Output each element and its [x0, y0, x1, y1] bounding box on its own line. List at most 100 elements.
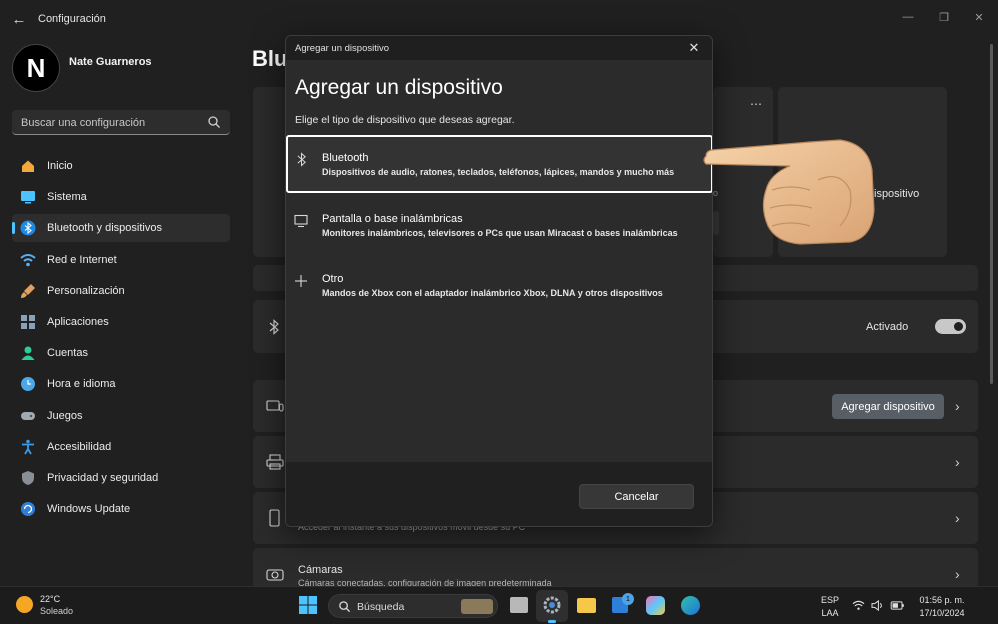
add-device-dialog: Agregar un dispositivo ✕ Agregar un disp… — [285, 35, 713, 527]
chevron-right-icon: › — [955, 510, 960, 526]
search-placeholder: Buscar una configuración — [21, 117, 146, 129]
sidebar-item-label: Windows Update — [47, 503, 131, 516]
avatar[interactable]: N — [12, 44, 60, 92]
search-highlight-icon — [461, 599, 493, 614]
app-title: Configuración — [38, 13, 106, 25]
search-icon — [208, 116, 220, 128]
sidebar-item-accessibility[interactable]: Accesibilidad — [12, 433, 230, 461]
sidebar-item-globe-clock[interactable]: Hora e idioma — [12, 370, 230, 398]
brush-icon — [21, 283, 35, 298]
title-bar: ← Configuración — ❐ ✕ — [0, 0, 998, 38]
monitor-icon — [21, 191, 35, 204]
cancel-button[interactable]: Cancelar — [579, 484, 694, 509]
option-desc: Mandos de Xbox con el adaptador inalámbr… — [322, 288, 663, 298]
task-view-icon[interactable] — [510, 597, 528, 613]
bluetooth-icon — [20, 220, 36, 236]
sidebar-item-person[interactable]: Cuentas — [12, 339, 230, 367]
chevron-right-icon: › — [955, 566, 960, 582]
sidebar-item-brush[interactable]: Personalización — [12, 277, 230, 305]
wifi-icon — [20, 253, 36, 266]
sidebar-item-label: Aplicaciones — [47, 315, 109, 328]
back-arrow-icon[interactable]: ← — [8, 8, 30, 30]
accessibility-icon — [22, 439, 34, 455]
option-desc: Monitores inalámbricos, televisores o PC… — [322, 228, 678, 238]
page-title: Blu — [252, 46, 288, 71]
more-options-icon[interactable]: ⋯ — [750, 97, 762, 111]
sidebar-item-label: Juegos — [47, 409, 83, 422]
windows-start-icon[interactable] — [298, 595, 318, 615]
globe-clock-icon — [21, 377, 35, 392]
bluetooth-icon — [269, 319, 279, 335]
file-explorer-icon[interactable] — [577, 598, 596, 613]
sidebar-item-apps[interactable]: Aplicaciones — [12, 308, 230, 336]
clock-date[interactable]: 17/10/2024 — [912, 608, 972, 618]
minimize-icon[interactable]: — — [893, 6, 923, 28]
language-bottom[interactable]: LAA — [818, 608, 842, 618]
sidebar-item-label: Bluetooth y dispositivos — [47, 222, 162, 235]
bluetooth-toggle[interactable] — [935, 319, 966, 334]
clock-time[interactable]: 01:56 p. m. — [912, 595, 972, 605]
sidebar-item-home[interactable]: Inicio — [12, 152, 230, 180]
option-desc: Dispositivos de audio, ratones, teclados… — [322, 167, 675, 177]
option-bluetooth[interactable]: Bluetooth Dispositivos de audio, ratones… — [286, 135, 712, 193]
option-title: Otro — [322, 273, 344, 285]
chevron-right-icon: › — [955, 398, 960, 414]
shield-icon — [22, 470, 34, 485]
close-icon[interactable]: ✕ — [964, 6, 994, 28]
battery-icon[interactable] — [890, 601, 905, 610]
home-icon — [22, 160, 34, 172]
edge-icon[interactable] — [681, 596, 700, 615]
language-top[interactable]: ESP — [818, 595, 842, 605]
sidebar-item-bluetooth[interactable]: Bluetooth y dispositivos — [12, 214, 230, 243]
sidebar-item-update[interactable]: Windows Update — [12, 495, 230, 523]
weather-temp[interactable]: 22°C — [40, 594, 60, 604]
active-indicator — [548, 620, 556, 623]
avatar-letter: N — [26, 52, 46, 83]
taskbar-search[interactable]: Búsqueda — [328, 594, 498, 618]
option-wireless-display[interactable]: Pantalla o base inalámbricas Monitores i… — [286, 197, 712, 255]
bluetooth-status: Activado — [866, 321, 909, 333]
sidebar-item-label: Red e Internet — [47, 253, 117, 266]
option-title: Pantalla o base inalámbricas — [322, 213, 463, 225]
sidebar-item-shield[interactable]: Privacidad y seguridad — [12, 464, 230, 492]
sidebar-item-monitor[interactable]: Sistema — [12, 183, 230, 211]
sidebar-item-label: Inicio — [47, 160, 73, 172]
sidebar-item-label: Privacidad y seguridad — [47, 471, 159, 484]
dialog-heading: Agregar un dispositivo — [295, 76, 503, 99]
person-icon — [21, 346, 35, 361]
scrollbar[interactable] — [990, 44, 993, 384]
dialog-title-bar: Agregar un dispositivo ✕ — [286, 36, 712, 60]
profile-name: Nate Guarneros — [69, 56, 152, 68]
cameras-title: Cámaras — [298, 564, 343, 576]
gear-icon — [543, 596, 561, 614]
close-icon[interactable]: ✕ — [686, 40, 702, 56]
apps-icon — [21, 314, 35, 329]
weather-condition[interactable]: Soleado — [40, 606, 73, 616]
plus-icon — [295, 275, 307, 287]
sun-icon[interactable] — [16, 596, 33, 613]
sidebar-item-label: Hora e idioma — [47, 378, 116, 391]
update-icon — [21, 502, 35, 517]
maximize-icon[interactable]: ❐ — [929, 6, 959, 28]
chevron-right-icon: › — [955, 454, 960, 470]
search-input[interactable]: Buscar una configuración — [12, 110, 230, 135]
taskbar: 22°C Soleado Búsqueda 1 ESP LAA 01:56 p.… — [0, 586, 998, 624]
camera-icon — [266, 569, 284, 581]
sidebar-item-gamepad[interactable]: Juegos — [12, 402, 230, 430]
sidebar-item-label: Personalización — [47, 284, 125, 297]
toggle-knob — [954, 322, 963, 331]
sidebar-item-wifi[interactable]: Red e Internet — [12, 246, 230, 274]
notification-badge: 1 — [622, 593, 634, 605]
keyboard-mouse-icon — [266, 400, 284, 412]
printer-icon — [266, 454, 284, 470]
wifi-icon[interactable] — [852, 600, 865, 611]
option-other[interactable]: Otro Mandos de Xbox con el adaptador ina… — [286, 257, 712, 315]
copilot-icon[interactable] — [646, 596, 665, 615]
add-device-card-label: ispositivo — [874, 188, 920, 200]
option-title: Bluetooth — [322, 152, 369, 164]
bluetooth-icon — [297, 152, 306, 167]
monitor-icon — [294, 214, 308, 228]
dialog-title: Agregar un dispositivo — [295, 43, 389, 54]
volume-icon[interactable] — [871, 600, 884, 611]
add-device-button[interactable]: Agregar dispositivo — [832, 394, 944, 419]
